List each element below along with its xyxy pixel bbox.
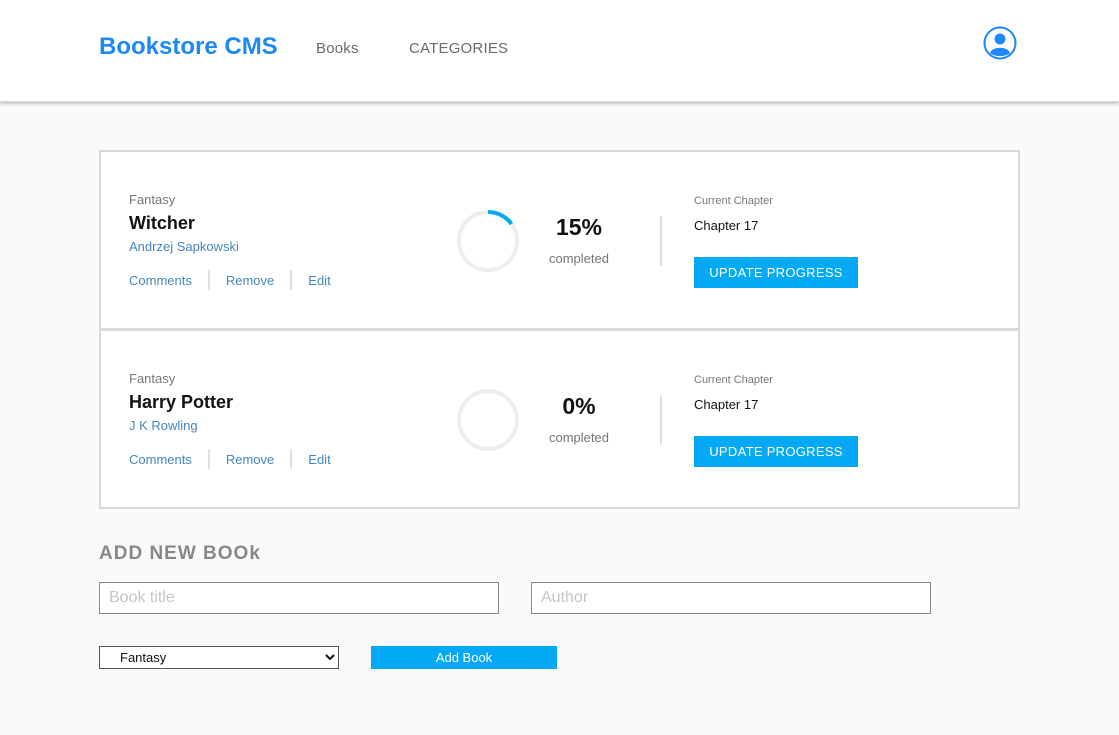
book-author[interactable]: J K Rowling [129, 418, 198, 433]
book-actions: Comments Remove Edit [129, 269, 331, 291]
progress-ring [457, 389, 519, 451]
book-card: Fantasy Witcher Andrzej Sapkowski Commen… [99, 150, 1020, 330]
progress-percent: 15% [555, 214, 603, 240]
action-divider [290, 270, 293, 290]
book-card: Fantasy Harry Potter J K Rowling Comment… [99, 329, 1020, 509]
current-chapter-value: Chapter 17 [694, 397, 759, 412]
book-genre: Fantasy [129, 371, 176, 386]
section-divider [660, 216, 662, 266]
book-title: Harry Potter [129, 392, 234, 412]
edit-button[interactable]: Edit [308, 452, 330, 467]
current-chapter-label: Current Chapter [694, 195, 773, 207]
action-divider [207, 270, 210, 290]
update-progress-button[interactable]: UPDATE PROGRESS [694, 436, 858, 467]
user-icon[interactable] [983, 26, 1017, 60]
brand-logo[interactable]: Bookstore CMS [99, 33, 278, 61]
add-book-heading: ADD NEW BOOk [99, 543, 261, 564]
action-divider [290, 449, 293, 469]
category-select[interactable]: Fantasy [99, 646, 339, 669]
book-author[interactable]: Andrzej Sapkowski [129, 239, 239, 254]
book-actions: Comments Remove Edit [129, 448, 331, 470]
comments-button[interactable]: Comments [129, 452, 192, 467]
progress-completed-label: completed [549, 430, 609, 445]
book-title: Witcher [129, 213, 195, 233]
remove-button[interactable]: Remove [226, 452, 274, 467]
action-divider [207, 449, 210, 469]
edit-button[interactable]: Edit [308, 273, 330, 288]
app-header: Bookstore CMS Books CATEGORIES [0, 0, 1119, 102]
author-input[interactable] [531, 582, 931, 614]
book-title-input[interactable] [99, 582, 499, 614]
section-divider [660, 395, 662, 445]
progress-percent: 0% [562, 393, 596, 419]
add-book-button[interactable]: Add Book [371, 646, 557, 669]
current-chapter-value: Chapter 17 [694, 218, 759, 233]
current-chapter-label: Current Chapter [694, 374, 773, 386]
book-genre: Fantasy [129, 192, 176, 207]
nav-books-link[interactable]: Books [316, 40, 359, 57]
remove-button[interactable]: Remove [226, 273, 274, 288]
progress-completed-label: completed [549, 251, 609, 266]
update-progress-button[interactable]: UPDATE PROGRESS [694, 257, 858, 288]
nav-categories-link[interactable]: CATEGORIES [409, 40, 508, 57]
comments-button[interactable]: Comments [129, 273, 192, 288]
progress-ring [457, 210, 519, 272]
